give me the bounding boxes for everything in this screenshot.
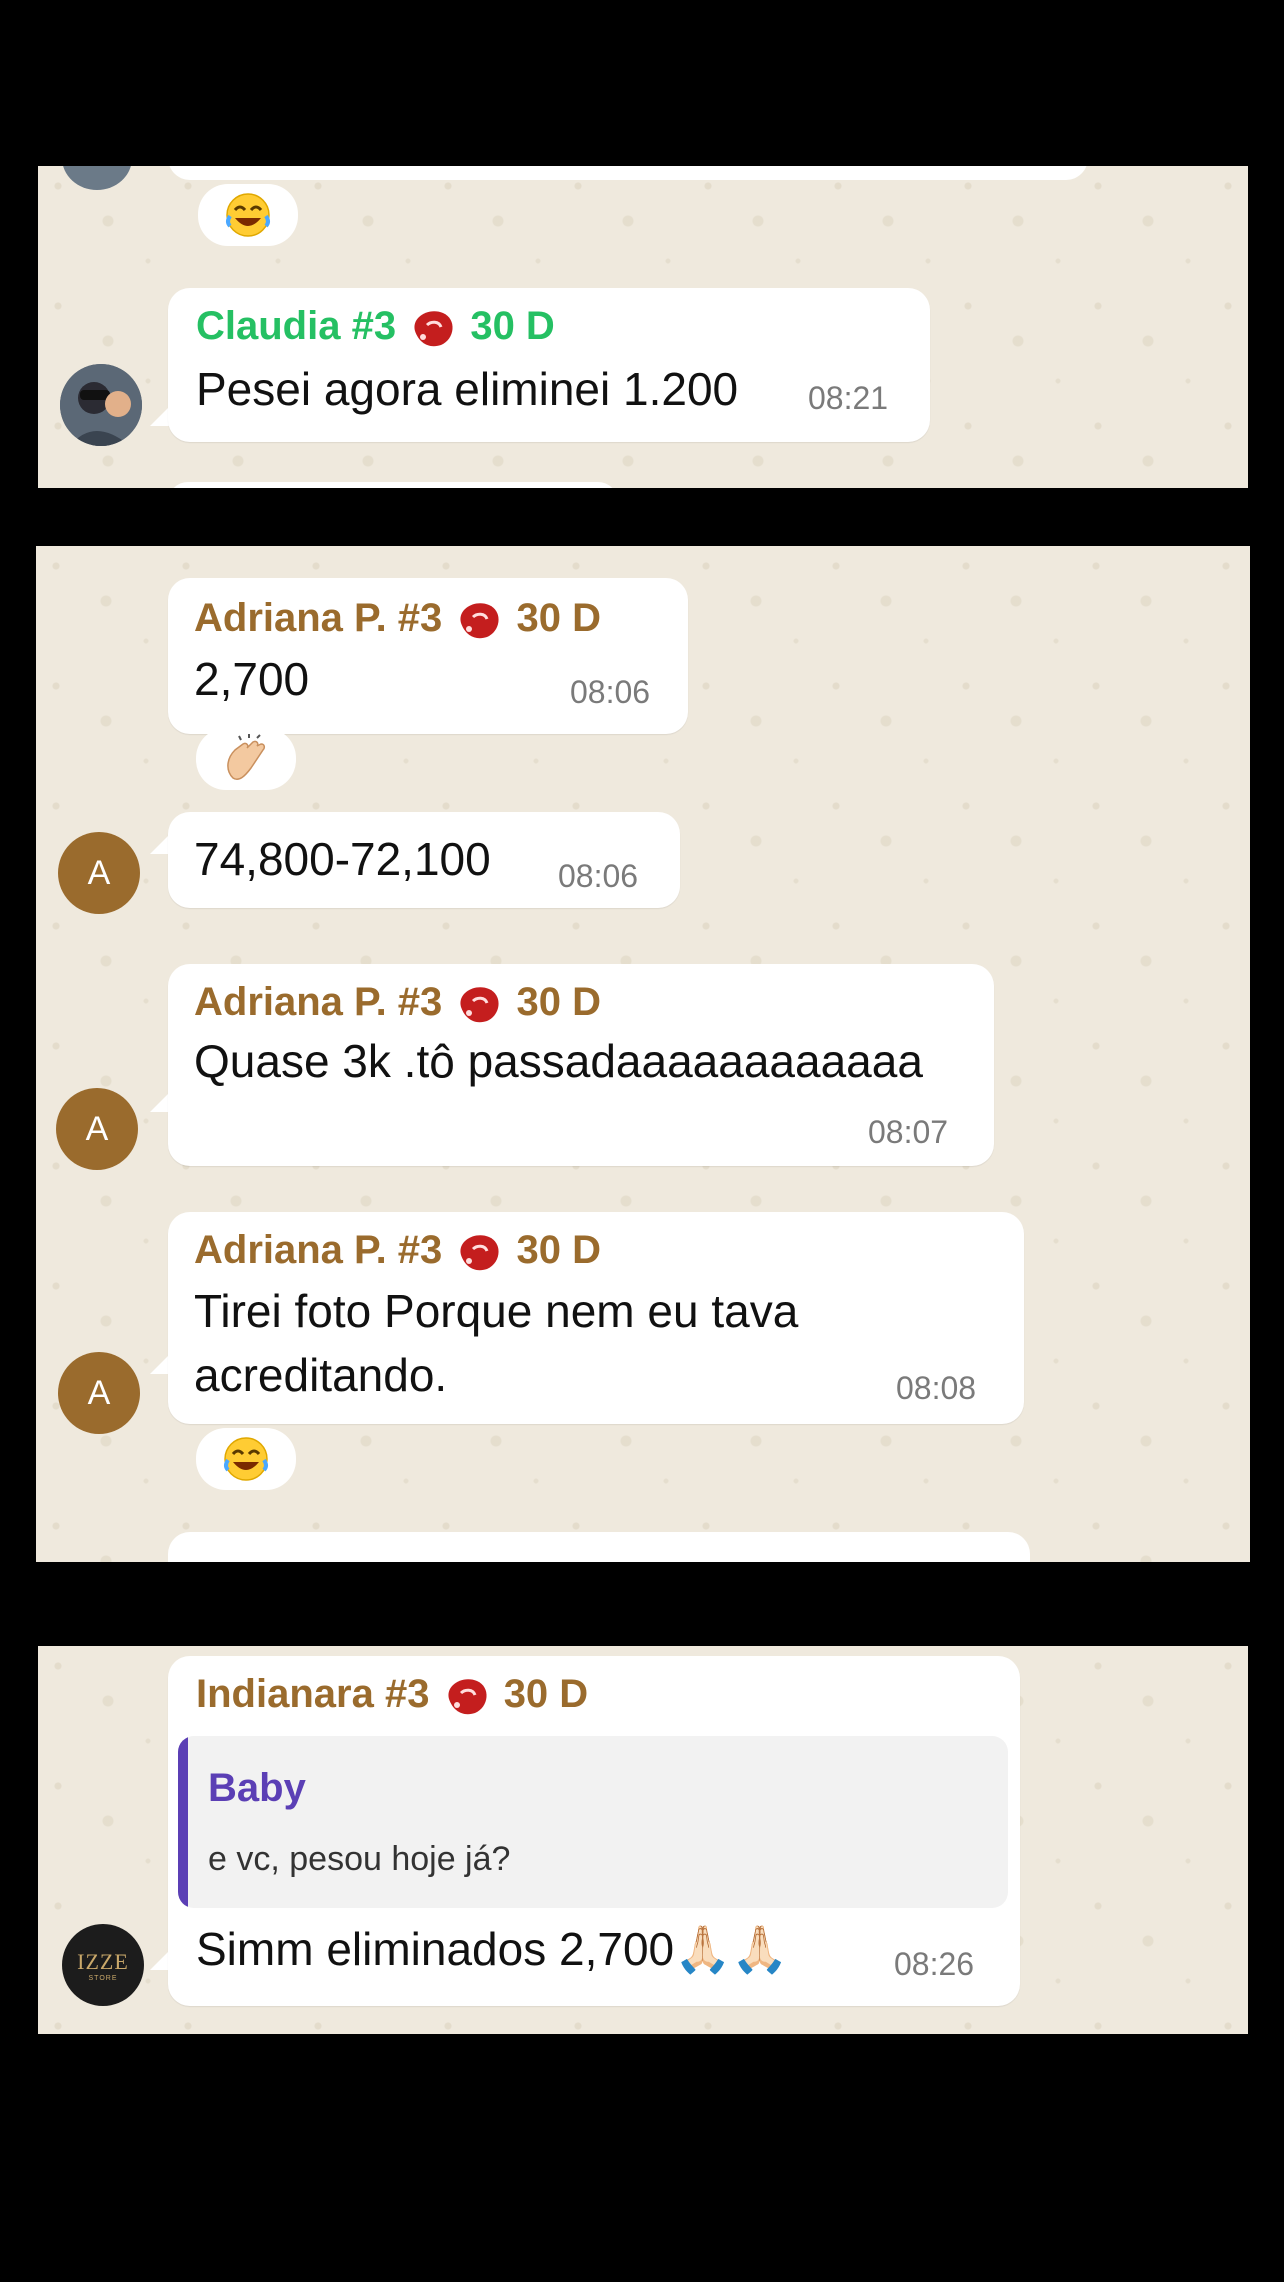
message-text: Pesei agora eliminei 1.200 [196,363,739,415]
quote-bar [178,1736,188,1908]
message-text: 74,800-72,100 [194,833,491,885]
avatar[interactable] [62,166,132,190]
message-time: 08:06 [558,858,639,894]
message-bubble[interactable]: Adriana P. #3 30 D Tirei foto Porque nem… [168,1212,1024,1424]
quote-author: Baby [208,1766,306,1810]
clipped-message-bubble [168,482,618,488]
sender-name[interactable]: Adriana P. #3 30 D [194,596,601,643]
laughing-face-icon [224,1437,268,1481]
message-text-line-1: Tirei foto Porque nem eu tava [194,1285,799,1337]
message-text: Simm eliminados 2,700🙏🏻🙏🏻 [196,1923,789,1975]
clapping-hands-icon [227,734,266,780]
avatar[interactable]: A [56,1088,138,1170]
message-time: 08:06 [570,674,651,710]
avatar-letter: A [87,1373,111,1412]
message-text: 2,700 [194,653,310,705]
message-bubble[interactable]: Adriana P. #3 30 D 2,700 08:06 [168,578,688,734]
reaction-badge[interactable] [198,184,298,246]
steak-icon [460,987,499,1023]
message-bubble[interactable]: 74,800-72,100 08:06 [168,812,680,908]
avatar-photo-icon [60,364,142,446]
sender-name-text: Claudia #3 [196,304,397,348]
message-time: 08:21 [808,380,889,416]
chat-screenshot-1: Claudia #3 30 D Pesei agora eliminei 1.2… [38,166,1248,488]
message-time: 08:07 [868,1114,949,1150]
badge-text: 30 D [470,304,555,348]
message-time: 08:08 [896,1370,977,1406]
sender-name[interactable]: Indianara #3 30 D [196,1672,588,1719]
avatar-logo-subtext: STORE [88,1974,118,1982]
message-text: Quase 3k .tô passadaaaaaaaaaaaa [194,1035,923,1087]
avatar-letter: A [87,853,111,892]
message-time: 08:26 [894,1946,975,1982]
quoted-message[interactable]: Baby e vc, pesou hoje já? [178,1736,1008,1908]
sender-name[interactable]: Adriana P. #3 30 D [194,1228,601,1275]
steak-icon [460,603,499,639]
sender-name[interactable]: Claudia #3 30 D [196,304,555,351]
chat-screenshot-2: Adriana P. #3 30 D 2,700 08:06 74,800-72… [36,546,1250,1562]
avatar[interactable] [60,364,142,446]
steak-icon [447,1679,487,1715]
clipped-message-bubble [168,166,1088,180]
chat-screenshot-3: Indianara #3 30 D Baby e vc, pesou hoje … [38,1646,1248,2034]
badge-text: 30 D [516,596,602,640]
clipped-message-bubble [168,1532,1030,1562]
quote-text: e vc, pesou hoje já? [208,1840,511,1878]
reaction-badge[interactable] [196,728,296,790]
sender-name-text: Indianara #3 [196,1672,430,1716]
avatar-logo-text: IZZE [77,1948,129,1974]
avatar-letter: A [85,1109,109,1148]
steak-icon [460,1235,499,1271]
badge-text: 30 D [516,1228,602,1272]
sender-name-text: Adriana P. #3 [194,596,443,640]
badge-text: 30 D [516,980,602,1024]
laughing-face-icon [226,193,270,237]
avatar[interactable]: A [58,1352,140,1434]
sender-name[interactable]: Adriana P. #3 30 D [194,980,601,1027]
avatar[interactable]: A [58,832,140,914]
steak-icon [414,311,453,347]
message-text-line-2: acreditando. [194,1349,448,1401]
message-bubble[interactable]: Adriana P. #3 30 D Quase 3k .tô passadaa… [168,964,994,1166]
badge-text: 30 D [503,1672,589,1716]
message-bubble[interactable]: Indianara #3 30 D Baby e vc, pesou hoje … [168,1656,1020,2006]
message-bubble[interactable]: Claudia #3 30 D Pesei agora eliminei 1.2… [168,288,930,442]
reaction-badge[interactable] [196,1428,296,1490]
avatar[interactable]: IZZE STORE [62,1924,144,2006]
sender-name-text: Adriana P. #3 [194,1228,443,1272]
sender-name-text: Adriana P. #3 [194,980,443,1024]
